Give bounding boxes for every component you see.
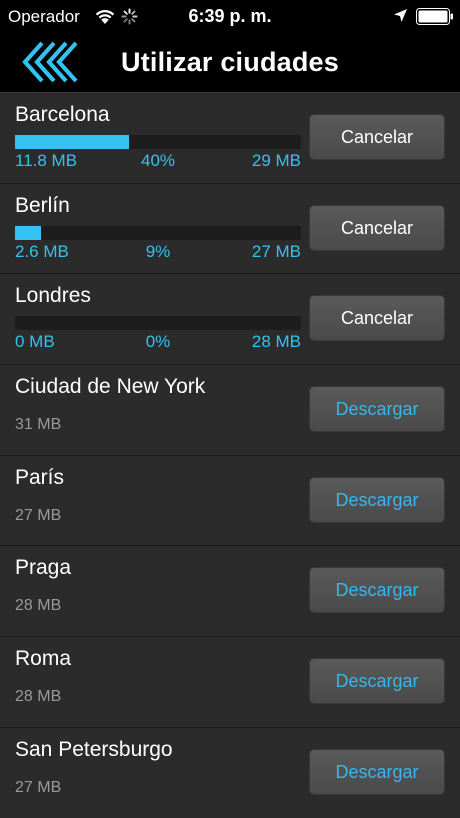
- total-size: 27 MB: [251, 241, 301, 261]
- download-button[interactable]: Descargar: [309, 748, 445, 795]
- city-size: 27 MB: [15, 506, 62, 524]
- download-button[interactable]: Descargar: [309, 476, 445, 523]
- city-name: París: [15, 465, 65, 489]
- total-size: 28 MB: [251, 332, 301, 352]
- city-size: 27 MB: [15, 778, 62, 796]
- cancel-button[interactable]: Cancelar: [309, 204, 445, 251]
- city-name: San Petersburgo: [15, 737, 173, 761]
- location-arrow-icon: [394, 9, 407, 22]
- download-stats: 11.8 MB 40% 29 MB: [15, 151, 301, 173]
- city-size: 28 MB: [15, 688, 62, 706]
- city-name: Londres: [15, 284, 91, 308]
- download-stats: 0 MB 0% 28 MB: [15, 332, 301, 354]
- city-size: 28 MB: [15, 597, 62, 615]
- cancel-button[interactable]: Cancelar: [309, 295, 445, 342]
- city-size: 31 MB: [15, 416, 62, 434]
- download-progress-fill: [15, 225, 41, 240]
- navigation-bar: Utilizar ciudades: [0, 34, 460, 93]
- download-progress-bar: [15, 316, 301, 331]
- status-bar: Operador 6:39 p. m.: [0, 0, 460, 34]
- city-row-san-petersburgo: San Petersburgo 27 MB Descargar: [0, 727, 460, 818]
- city-row-barcelona: Barcelona 11.8 MB 40% 29 MB Cancelar: [0, 93, 460, 184]
- city-row-new-york: Ciudad de New York 31 MB Descargar: [0, 365, 460, 456]
- city-name: Praga: [15, 556, 72, 580]
- city-name: Barcelona: [15, 103, 110, 126]
- city-row-praga: Praga 28 MB Descargar: [0, 546, 460, 638]
- download-stats: 2.6 MB 9% 27 MB: [15, 242, 301, 264]
- download-progress-bar: [15, 225, 301, 240]
- city-row-berlin: Berlín 2.6 MB 9% 27 MB Cancelar: [0, 183, 460, 275]
- download-button[interactable]: Descargar: [309, 386, 445, 433]
- status-time: 6:39 p. m.: [188, 6, 272, 26]
- city-list: Barcelona 11.8 MB 40% 29 MB Cancelar Ber…: [0, 93, 460, 818]
- download-progress-fill: [15, 135, 130, 149]
- city-name: Ciudad de New York: [15, 375, 206, 399]
- download-button[interactable]: Descargar: [309, 567, 445, 614]
- city-row-roma: Roma 28 MB Descargar: [0, 637, 460, 728]
- city-name: Roma: [15, 647, 72, 671]
- page-title: Utilizar ciudades: [121, 47, 339, 77]
- download-progress-bar: [15, 135, 301, 149]
- city-row-londres: Londres 0 MB 0% 28 MB Cancelar: [0, 274, 460, 366]
- city-name: Berlín: [15, 193, 70, 217]
- battery-icon: [416, 8, 453, 25]
- city-row-paris: París 27 MB Descargar: [0, 455, 460, 547]
- download-button[interactable]: Descargar: [309, 658, 445, 705]
- cancel-button[interactable]: Cancelar: [309, 114, 445, 160]
- total-size: 29 MB: [251, 151, 301, 170]
